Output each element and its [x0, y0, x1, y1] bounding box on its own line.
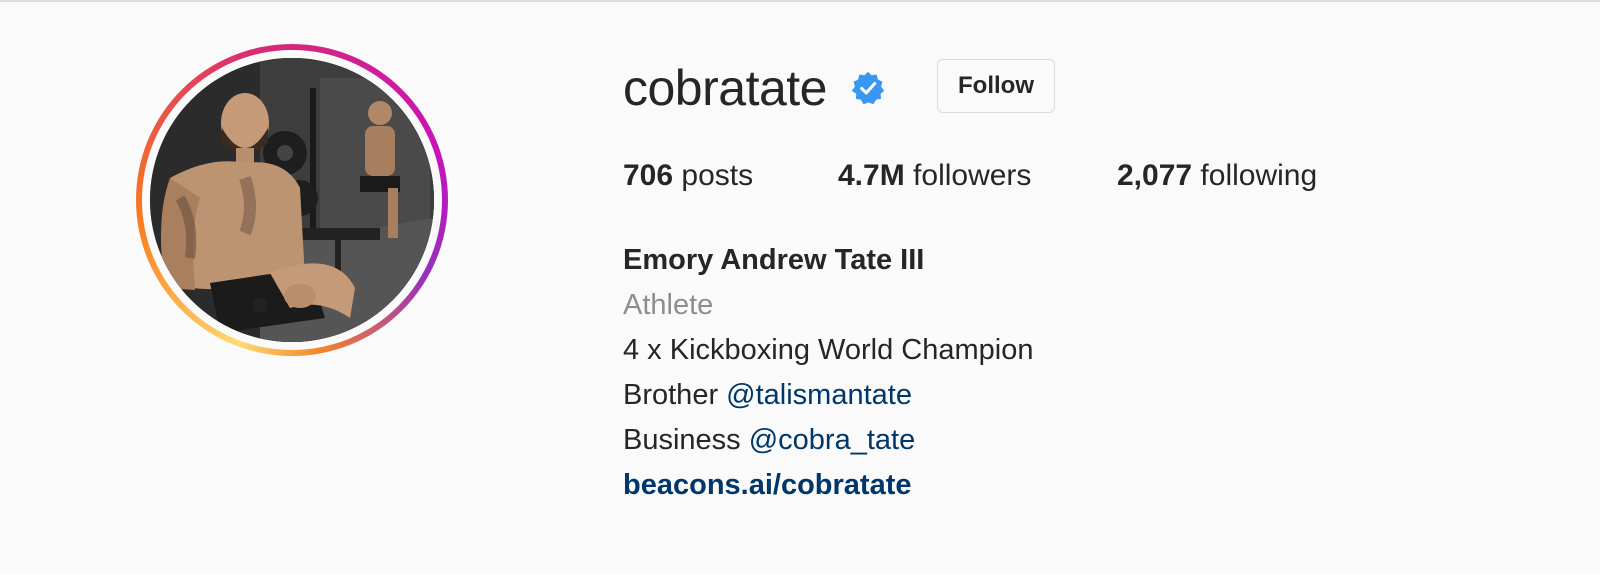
mention-link-cobra-tate[interactable]: @cobra_tate [749, 424, 915, 456]
posts-label: posts [681, 159, 754, 192]
profile-website-link[interactable]: beacons.ai/cobratate [623, 467, 912, 503]
following-count: 2,077 [1117, 159, 1193, 192]
mention-link-talismantate[interactable]: @talismantate [726, 379, 912, 411]
posts-count: 706 [623, 159, 674, 192]
follow-button[interactable]: Follow [937, 59, 1055, 113]
following-stat[interactable]: 2,077 following [1117, 158, 1317, 194]
followers-label: followers [913, 159, 1032, 192]
followers-stat[interactable]: 4.7M followers [838, 158, 1031, 194]
posts-stat: 706 posts [623, 158, 753, 194]
bio-line: 4 x Kickboxing World Champion [623, 334, 1034, 366]
profile-avatar[interactable] [150, 58, 434, 342]
bio-text: Business [623, 424, 749, 456]
bio-line-business: Business @cobra_tate [623, 422, 915, 458]
following-label: following [1200, 159, 1318, 192]
avatar-photo-image [150, 58, 434, 342]
profile-full-name: Emory Andrew Tate III [623, 244, 925, 276]
bio-text: Brother [623, 379, 727, 411]
profile-category: Athlete [623, 289, 714, 321]
followers-count: 4.7M [838, 159, 905, 192]
top-divider [0, 0, 1600, 2]
profile-avatar-story-ring[interactable] [136, 44, 448, 356]
verified-badge-icon [851, 71, 885, 105]
profile-username: cobratate [623, 60, 827, 116]
bio-line-brother: Brother @talismantate [623, 377, 912, 413]
